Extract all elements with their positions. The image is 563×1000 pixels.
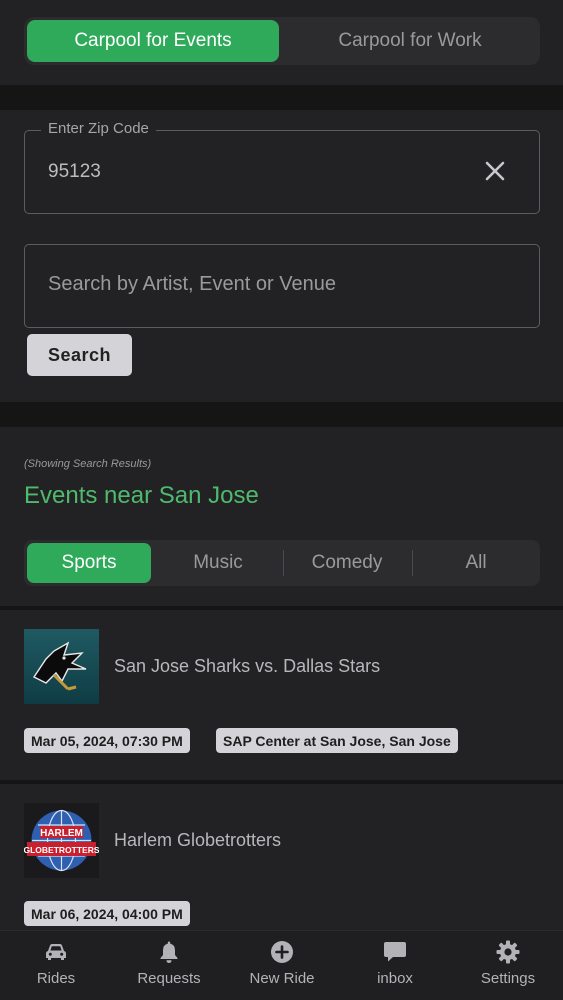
- search-button[interactable]: Search: [27, 334, 132, 376]
- plus-circle-icon: [271, 941, 293, 963]
- tab-new-ride[interactable]: New Ride: [232, 939, 332, 987]
- bell-icon: [160, 941, 178, 963]
- svg-text:HARLEM: HARLEM: [40, 828, 83, 839]
- tab-inbox-label: inbox: [377, 970, 413, 987]
- category-comedy[interactable]: Comedy: [285, 543, 409, 583]
- event-search-placeholder: Search by Artist, Event or Venue: [48, 273, 336, 295]
- results-title: Events near San Jose: [24, 482, 259, 509]
- event-date-badge: Mar 06, 2024, 04:00 PM: [24, 901, 190, 926]
- zip-code-label: Enter Zip Code: [41, 120, 156, 137]
- mode-toggle-panel: Carpool for Events Carpool for Work: [0, 0, 563, 85]
- category-selector: Sports Music Comedy All: [24, 540, 540, 586]
- category-music[interactable]: Music: [156, 543, 280, 583]
- event-title[interactable]: San Jose Sharks vs. Dallas Stars: [114, 656, 380, 677]
- event-search-input[interactable]: Search by Artist, Event or Venue: [24, 244, 540, 328]
- search-panel: Enter Zip Code 95123 Search by Artist, E…: [0, 110, 563, 402]
- tab-inbox[interactable]: inbox: [345, 939, 445, 987]
- category-divider: [283, 550, 284, 576]
- carpool-work-tab[interactable]: Carpool for Work: [284, 20, 536, 62]
- bottom-tab-bar: Rides Requests New Ride inbox Settings: [0, 930, 563, 1000]
- tab-settings[interactable]: Settings: [458, 939, 558, 987]
- svg-text:GLOBETROTTERS: GLOBETROTTERS: [24, 845, 99, 855]
- category-all[interactable]: All: [414, 543, 538, 583]
- tab-rides[interactable]: Rides: [6, 939, 106, 987]
- sharks-logo-image: [24, 629, 99, 704]
- tab-settings-label: Settings: [480, 970, 536, 987]
- car-icon: [46, 944, 66, 960]
- tab-requests-label: Requests: [137, 970, 201, 987]
- zip-code-value[interactable]: 95123: [48, 161, 101, 183]
- tab-rides-label: Rides: [36, 970, 76, 987]
- globetrotters-logo-image: HARLEM GLOBETROTTERS: [24, 803, 99, 878]
- section-divider: [0, 85, 563, 110]
- section-divider: [0, 402, 563, 427]
- tab-requests[interactable]: Requests: [119, 939, 219, 987]
- zip-code-field[interactable]: Enter Zip Code 95123: [24, 120, 540, 214]
- category-sports[interactable]: Sports: [27, 543, 151, 583]
- event-title[interactable]: Harlem Globetrotters: [114, 830, 281, 851]
- carpool-events-tab[interactable]: Carpool for Events: [27, 20, 279, 62]
- gear-icon: [496, 940, 520, 964]
- event-date-badge: Mar 05, 2024, 07:30 PM: [24, 728, 190, 753]
- results-note: (Showing Search Results): [24, 458, 152, 470]
- category-divider: [412, 550, 413, 576]
- close-icon[interactable]: [483, 159, 507, 183]
- mode-toggle: Carpool for Events Carpool for Work: [24, 17, 540, 65]
- chat-bubble-icon: [384, 942, 406, 962]
- tab-new-ride-label: New Ride: [249, 970, 315, 987]
- event-venue-badge: SAP Center at San Jose, San Jose: [216, 728, 458, 753]
